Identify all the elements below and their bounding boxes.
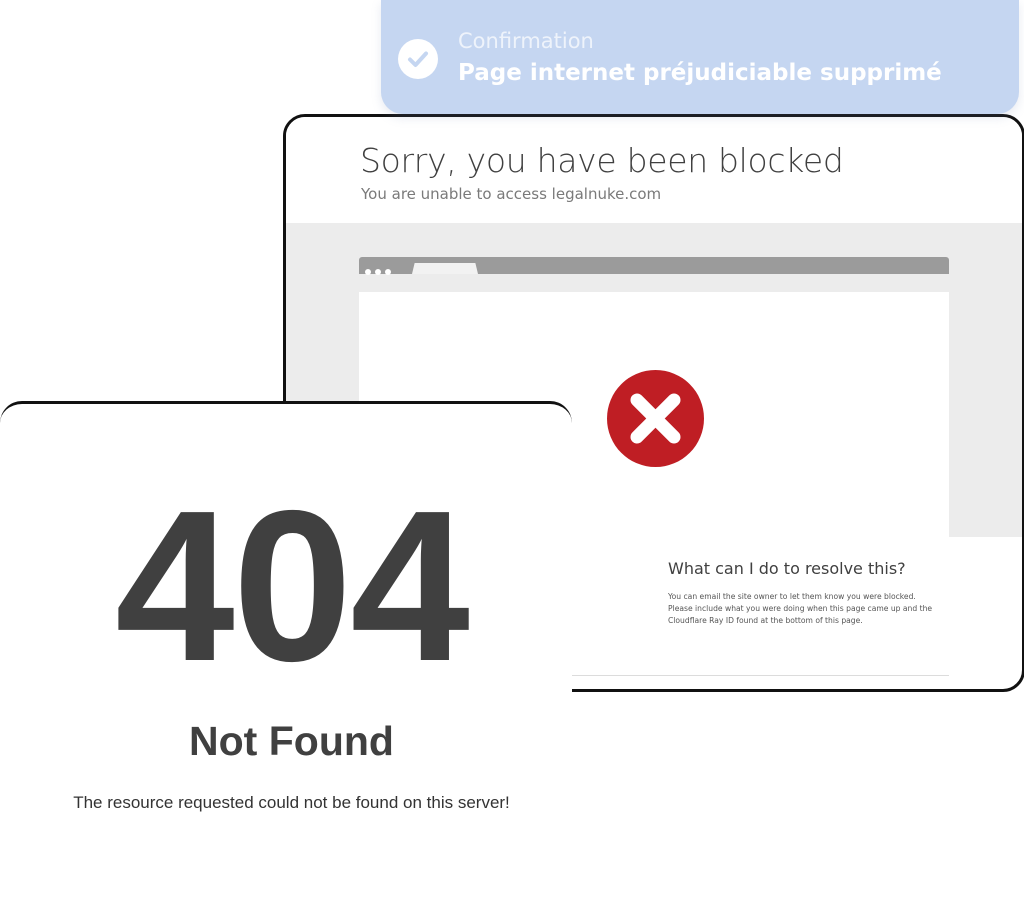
resolve-line: Cloudflare Ray ID found at the bottom of…	[668, 616, 863, 625]
check-icon	[398, 39, 438, 79]
screenshot-collage: Sorry, you have been blocked You are una…	[0, 0, 1024, 907]
browser-dots-icon	[365, 262, 395, 275]
not-found-message: The resource requested could not be foun…	[73, 793, 510, 812]
resolve-line: You can email the site owner to let them…	[668, 592, 916, 601]
resolve-text: You can email the site owner to let them…	[668, 591, 968, 627]
resolve-line: Please include what you were doing when …	[668, 604, 933, 613]
resolve-heading: What can I do to resolve this?	[668, 559, 906, 578]
blocked-page-header: Sorry, you have been blocked You are una…	[286, 117, 1022, 223]
error-x-icon	[607, 370, 704, 467]
toast-label: Confirmation	[458, 29, 594, 53]
error-code: 404	[115, 465, 470, 706]
toast-message: Page internet préjudiciable supprimé	[458, 60, 942, 86]
not-found-title: Not Found	[189, 718, 394, 764]
confirmation-toast: Confirmation Page internet préjudiciable…	[381, 0, 1019, 114]
browser-illustration-bar	[359, 257, 949, 275]
browser-tab-illustration	[412, 263, 478, 274]
not-found-card: 404 Not Found The resource requested cou…	[0, 401, 572, 907]
blocked-page-title: Sorry, you have been blocked	[360, 141, 844, 180]
blocked-page-subtitle: You are unable to access legalnuke.com	[361, 185, 662, 203]
